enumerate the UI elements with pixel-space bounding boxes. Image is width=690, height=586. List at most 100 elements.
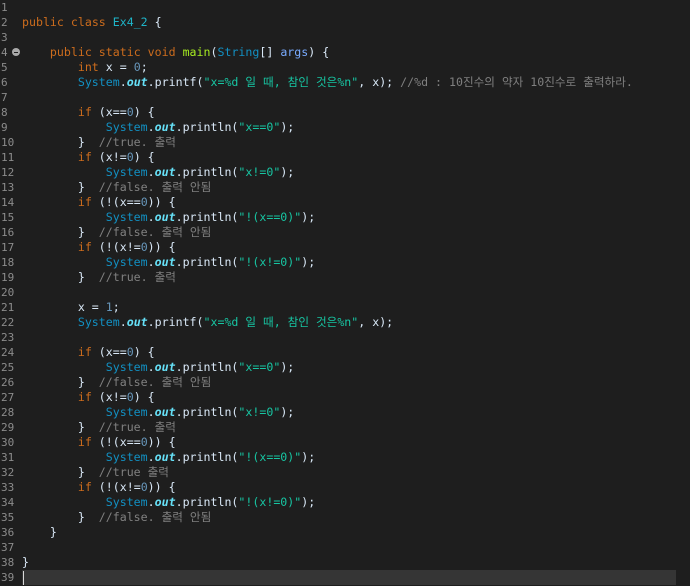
- token-string: "x=%d 일 때, 참인 것은%n": [203, 75, 359, 89]
- code-line-text: System.out.println("!(x!=0)");: [105, 495, 316, 509]
- token-field: out: [154, 120, 176, 134]
- line-number: 11: [1, 151, 15, 164]
- code-line[interactable]: 38}: [0, 555, 690, 570]
- line-number: 28: [1, 406, 15, 419]
- code-line-text: System.out.println("!(x!=0)");: [105, 255, 316, 269]
- line-number: 5: [1, 61, 8, 74]
- line-number: 30: [1, 436, 15, 449]
- token-field: out: [154, 165, 176, 179]
- line-number: 22: [1, 316, 15, 329]
- code-line-text: } //true. 출력: [22, 420, 176, 434]
- token-string: "!(x==0)": [238, 210, 302, 224]
- line-number: 13: [1, 181, 15, 194]
- code-line[interactable]: 4 public static void main(String[] args)…: [0, 45, 690, 60]
- code-line-text: } //false. 출력 안됨: [22, 375, 212, 389]
- code-line[interactable]: 23: [0, 330, 690, 345]
- code-line[interactable]: 22 System.out.printf("x=%d 일 때, 참인 것은%n"…: [0, 315, 690, 330]
- code-line[interactable]: 25 System.out.println("x==0");: [0, 360, 690, 375]
- code-line[interactable]: 7: [0, 90, 690, 105]
- code-line[interactable]: 8 if (x==0) {: [0, 105, 690, 120]
- token-number: 0: [126, 345, 134, 359]
- line-number: 2: [1, 16, 8, 29]
- line-number: 25: [1, 361, 15, 374]
- token-keyword: if: [77, 150, 92, 164]
- line-number: 3: [1, 31, 8, 44]
- code-line[interactable]: 32 } //true 출력: [0, 465, 690, 480]
- line-number: 17: [1, 241, 15, 254]
- code-line[interactable]: 6 System.out.printf("x=%d 일 때, 참인 것은%n",…: [0, 75, 690, 90]
- token-comment: //false. 출력 안됨: [98, 510, 212, 524]
- code-line-text: if (x==0) {: [77, 105, 155, 119]
- token-param: args: [280, 45, 309, 59]
- code-line[interactable]: 33 if (!(x!=0)) {: [0, 480, 690, 495]
- token-keyword: static: [98, 45, 141, 59]
- fold-collapse-icon[interactable]: [12, 48, 20, 56]
- code-line-text: if (!(x!=0)) {: [77, 480, 176, 494]
- token-class-name: Ex4_2: [112, 15, 148, 29]
- code-line[interactable]: 11 if (x!=0) {: [0, 150, 690, 165]
- code-line[interactable]: 17 if (!(x!=0)) {: [0, 240, 690, 255]
- token-keyword: if: [77, 240, 92, 254]
- code-line[interactable]: 34 System.out.println("!(x!=0)");: [0, 495, 690, 510]
- code-line[interactable]: 16 } //false. 출력 안됨: [0, 225, 690, 240]
- code-line[interactable]: 36 }: [0, 525, 690, 540]
- code-line[interactable]: 21 x = 1;: [0, 300, 690, 315]
- code-line-text: System.out.println("x!=0");: [105, 165, 295, 179]
- code-line[interactable]: 27 if (x!=0) {: [0, 390, 690, 405]
- code-line[interactable]: 9 System.out.println("x==0");: [0, 120, 690, 135]
- token-number: 0: [126, 150, 134, 164]
- code-line-text: System.out.printf("x=%d 일 때, 참인 것은%n", x…: [77, 315, 394, 329]
- token-comment: //false. 출력 안됨: [98, 375, 212, 389]
- code-line[interactable]: 13 } //false. 출력 안됨: [0, 180, 690, 195]
- line-number: 9: [1, 121, 8, 134]
- code-line-text: if (!(x==0)) {: [77, 435, 176, 449]
- token-keyword: if: [77, 480, 92, 494]
- line-number: 16: [1, 226, 15, 239]
- code-line[interactable]: 12 System.out.println("x!=0");: [0, 165, 690, 180]
- line-number: 10: [1, 136, 15, 149]
- token-number: 0: [126, 390, 134, 404]
- code-line-text: if (!(x!=0)) {: [77, 240, 176, 254]
- code-line[interactable]: 18 System.out.println("!(x!=0)");: [0, 255, 690, 270]
- code-line[interactable]: 24 if (x==0) {: [0, 345, 690, 360]
- code-line[interactable]: 28 System.out.println("x!=0");: [0, 405, 690, 420]
- code-editor[interactable]: 1 2 public class Ex4_2 {3 4 public static v…: [0, 0, 690, 586]
- code-line[interactable]: 31 System.out.println("!(x==0)");: [0, 450, 690, 465]
- line-number: 19: [1, 271, 15, 284]
- code-line[interactable]: 39: [0, 570, 690, 585]
- token-keyword: void: [147, 45, 176, 59]
- line-number: 7: [1, 91, 8, 104]
- code-line[interactable]: 37: [0, 540, 690, 555]
- code-line[interactable]: 2 public class Ex4_2 {: [0, 15, 690, 30]
- token-type: System: [77, 315, 120, 329]
- token-field: out: [154, 255, 176, 269]
- code-line-text: System.out.println("!(x==0)");: [105, 450, 316, 464]
- token-string: "x!=0": [238, 405, 281, 419]
- code-line[interactable]: 30 if (!(x==0)) {: [0, 435, 690, 450]
- code-line-text: } //false. 출력 안됨: [22, 225, 212, 239]
- code-line[interactable]: 29 } //true. 출력: [0, 420, 690, 435]
- code-line[interactable]: 26 } //false. 출력 안됨: [0, 375, 690, 390]
- code-line-text: } //false. 출력 안됨: [22, 180, 212, 194]
- code-line[interactable]: 10 } //true. 출력: [0, 135, 690, 150]
- code-line[interactable]: 20: [0, 285, 690, 300]
- token-keyword: if: [77, 105, 92, 119]
- code-line[interactable]: 1: [0, 0, 690, 15]
- code-line-text: if (!(x==0)) {: [77, 195, 176, 209]
- code-line[interactable]: 5 int x = 0;: [0, 60, 690, 75]
- token-type: System: [105, 450, 148, 464]
- code-line[interactable]: 35 } //false. 출력 안됨: [0, 510, 690, 525]
- code-line-text: if (x!=0) {: [77, 150, 155, 164]
- token-keyword: if: [77, 435, 92, 449]
- code-line[interactable]: 14 if (!(x==0)) {: [0, 195, 690, 210]
- line-number: 12: [1, 166, 15, 179]
- code-line[interactable]: 19 } //true. 출력: [0, 270, 690, 285]
- code-line[interactable]: 3: [0, 30, 690, 45]
- code-line-text: x = 1;: [22, 300, 120, 314]
- line-number: 21: [1, 301, 15, 314]
- code-line-text: if (x!=0) {: [77, 390, 155, 404]
- code-line-text: int x = 0;: [77, 60, 148, 74]
- code-line[interactable]: 15 System.out.println("!(x==0)");: [0, 210, 690, 225]
